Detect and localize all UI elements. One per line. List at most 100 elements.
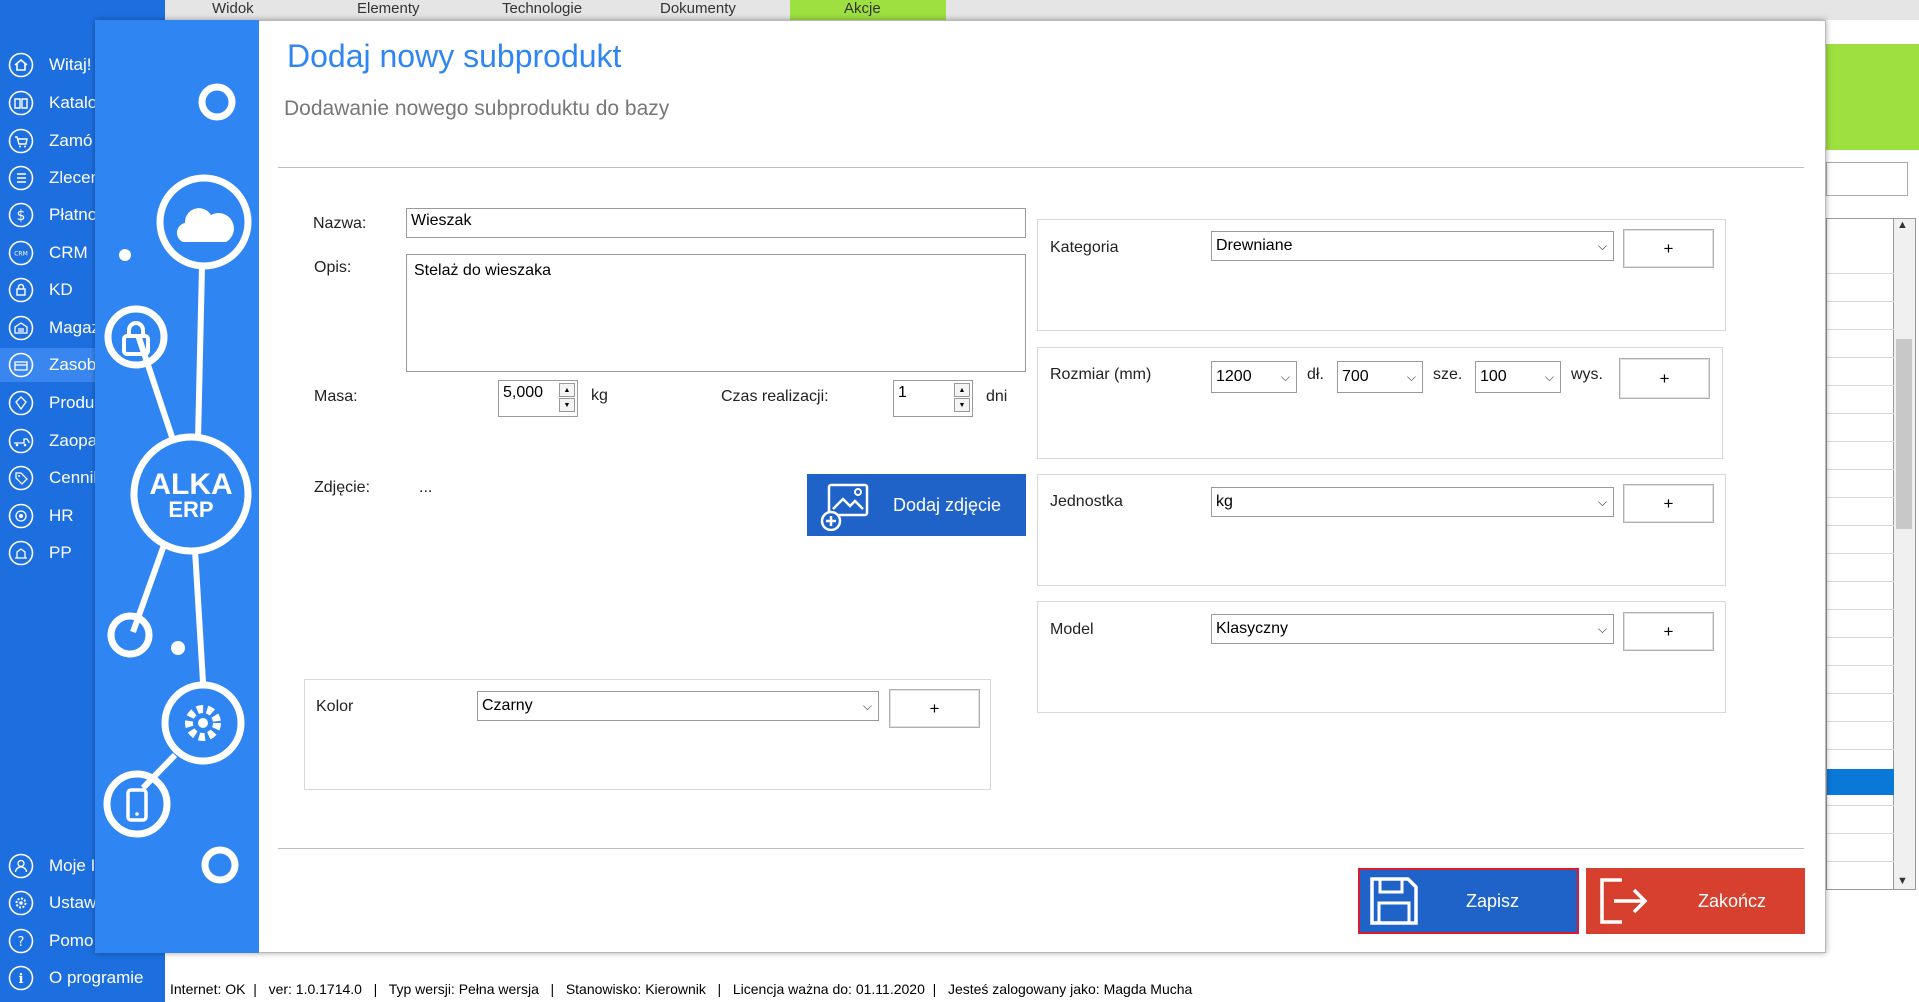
sidebar-item-label: Zamó bbox=[49, 131, 93, 150]
svg-text:CRM: CRM bbox=[14, 251, 28, 258]
zapisz-button[interactable]: Zapisz bbox=[1358, 868, 1579, 934]
supply-icon bbox=[7, 427, 35, 455]
add-jednostka-button[interactable]: + bbox=[1623, 484, 1714, 523]
dialog-title: Dodaj nowy subprodukt bbox=[287, 38, 622, 74]
stepper-down-icon[interactable]: ▼ bbox=[954, 398, 970, 412]
kategoria-select[interactable]: Drewniane ⌵ bbox=[1211, 231, 1614, 261]
rozmiar-wys-label: wys. bbox=[1571, 366, 1603, 383]
sidebar-item-label: Zlecen bbox=[49, 168, 101, 187]
masa-label: Masa: bbox=[314, 388, 358, 405]
rozmiar-dl-select[interactable]: 1200 ⌵ bbox=[1211, 361, 1297, 393]
sidebar-item-label: Ustawi bbox=[49, 893, 101, 912]
cloud-icon bbox=[176, 208, 234, 242]
green-ribbon-area bbox=[1826, 44, 1919, 150]
rozmiar-dl-label: dł. bbox=[1307, 366, 1324, 383]
sidebar-item-label: Cennik bbox=[49, 468, 102, 487]
sidebar-item-o-programie[interactable]: i O programie bbox=[0, 961, 165, 995]
orders-icon bbox=[7, 164, 35, 192]
add-rozmiar-button[interactable]: + bbox=[1619, 358, 1710, 399]
tab-dokumenty[interactable]: Dokumenty bbox=[660, 0, 736, 20]
tab-strip: Widok Elementy Technologie Dokumenty bbox=[165, 0, 1919, 20]
add-image-icon bbox=[819, 479, 871, 531]
chevron-down-icon: ⌵ bbox=[862, 698, 872, 713]
save-icon bbox=[1368, 875, 1420, 927]
opis-label: Opis: bbox=[314, 259, 352, 276]
sidebar-item-label: Płatno bbox=[49, 205, 98, 224]
sidebar-item-label: Katalo bbox=[49, 93, 98, 112]
chevron-down-icon: ⌵ bbox=[1597, 494, 1607, 509]
scroll-up-icon[interactable]: ▲ bbox=[1897, 219, 1908, 231]
tab-akcje[interactable]: Akcje bbox=[790, 0, 946, 20]
status-text: Internet: OK | ver: 1.0.1714.0 | Typ wer… bbox=[170, 980, 1193, 997]
dodaj-zdjecie-button[interactable]: Dodaj zdjęcie bbox=[807, 474, 1026, 536]
zakoncz-label: Zakończ bbox=[1698, 890, 1767, 911]
czas-realizacji-stepper[interactable]: 1 ▲ ▼ bbox=[893, 380, 973, 417]
model-select[interactable]: Klasyczny ⌵ bbox=[1211, 614, 1614, 644]
nazwa-label: Nazwa: bbox=[313, 215, 367, 232]
search-input[interactable] bbox=[1826, 162, 1908, 196]
rozmiar-sze-select[interactable]: 700 ⌵ bbox=[1337, 361, 1423, 393]
svg-text:$: $ bbox=[17, 208, 26, 224]
svg-text:i: i bbox=[19, 972, 24, 987]
tab-elementy[interactable]: Elementy bbox=[357, 0, 420, 20]
add-model-button[interactable]: + bbox=[1623, 612, 1714, 651]
gear-icon bbox=[185, 705, 221, 741]
list-scrollbar[interactable]: ▲ ▼ bbox=[1894, 218, 1916, 890]
zakoncz-button[interactable]: Zakończ bbox=[1586, 868, 1805, 934]
zdjecie-label: Zdjęcie: bbox=[314, 479, 371, 496]
catalog-icon bbox=[7, 89, 35, 117]
selected-list-row[interactable] bbox=[1827, 769, 1895, 795]
tab-technologie[interactable]: Technologie bbox=[502, 0, 582, 20]
scroll-down-icon[interactable]: ▼ bbox=[1897, 875, 1908, 887]
sidebar-item-label: KD bbox=[49, 280, 73, 299]
kategoria-value: Drewniane bbox=[1216, 237, 1293, 254]
stepper-down-icon[interactable]: ▼ bbox=[559, 398, 575, 412]
background-list bbox=[1826, 218, 1895, 890]
dodaj-zdjecie-label: Dodaj zdjęcie bbox=[893, 494, 1002, 515]
masa-unit: kg bbox=[591, 387, 608, 404]
sidebar-item-label: HR bbox=[49, 506, 74, 525]
czas-value: 1 bbox=[898, 384, 907, 401]
stepper-up-icon[interactable]: ▲ bbox=[954, 383, 970, 397]
stepper-up-icon[interactable]: ▲ bbox=[559, 383, 575, 397]
add-kolor-button[interactable]: + bbox=[889, 689, 980, 728]
ring-decoration bbox=[198, 83, 236, 121]
tab-akcje-label: Akcje bbox=[844, 0, 881, 17]
dialog-subtitle: Dodawanie nowego subproduktu do bazy bbox=[284, 97, 670, 120]
info-icon: i bbox=[7, 964, 35, 992]
kolor-label: Kolor bbox=[316, 698, 354, 715]
chevron-down-icon: ⌵ bbox=[1406, 369, 1416, 384]
rozmiar-dl-value: 1200 bbox=[1216, 368, 1252, 385]
add-kategoria-button[interactable]: + bbox=[1623, 229, 1714, 268]
phone-icon bbox=[126, 788, 148, 822]
jednostka-value: kg bbox=[1216, 493, 1233, 510]
cart-icon bbox=[7, 127, 35, 155]
sidebar-item-label: CRM bbox=[49, 243, 88, 262]
sidebar-item-label: Pomo bbox=[49, 931, 94, 950]
sidebar-item-label: Magaz bbox=[49, 318, 101, 337]
model-label: Model bbox=[1050, 621, 1094, 638]
warehouse-icon bbox=[7, 314, 35, 342]
scroll-thumb[interactable] bbox=[1896, 339, 1912, 529]
jednostka-select[interactable]: kg ⌵ bbox=[1211, 487, 1614, 517]
kolor-select[interactable]: Czarny ⌵ bbox=[477, 691, 879, 721]
svg-text:?: ? bbox=[18, 935, 25, 950]
zapisz-label: Zapisz bbox=[1466, 890, 1520, 911]
czas-realizacji-label: Czas realizacji: bbox=[721, 388, 829, 405]
sidebar-item-label: Moje I bbox=[49, 856, 96, 875]
pricetag-icon bbox=[7, 464, 35, 492]
masa-stepper[interactable]: 5,000 ▲ ▼ bbox=[498, 380, 578, 417]
rozmiar-sze-label: sze. bbox=[1433, 366, 1463, 383]
nazwa-input[interactable]: Wieszak bbox=[406, 208, 1026, 238]
network-illustration: ALKA ERP bbox=[103, 83, 252, 884]
kolor-value: Czarny bbox=[482, 697, 533, 714]
sidebar-item-label: Produ bbox=[49, 393, 95, 412]
pp-icon bbox=[7, 539, 35, 567]
hr-icon bbox=[7, 502, 35, 530]
tab-widok[interactable]: Widok bbox=[212, 0, 254, 20]
czas-unit: dni bbox=[986, 388, 1008, 405]
sidebar-item-label: O programie bbox=[49, 968, 144, 987]
production-icon bbox=[7, 389, 35, 417]
rozmiar-wys-select[interactable]: 100 ⌵ bbox=[1475, 361, 1561, 393]
opis-textarea[interactable]: Stelaż do wieszaka bbox=[406, 254, 1026, 372]
